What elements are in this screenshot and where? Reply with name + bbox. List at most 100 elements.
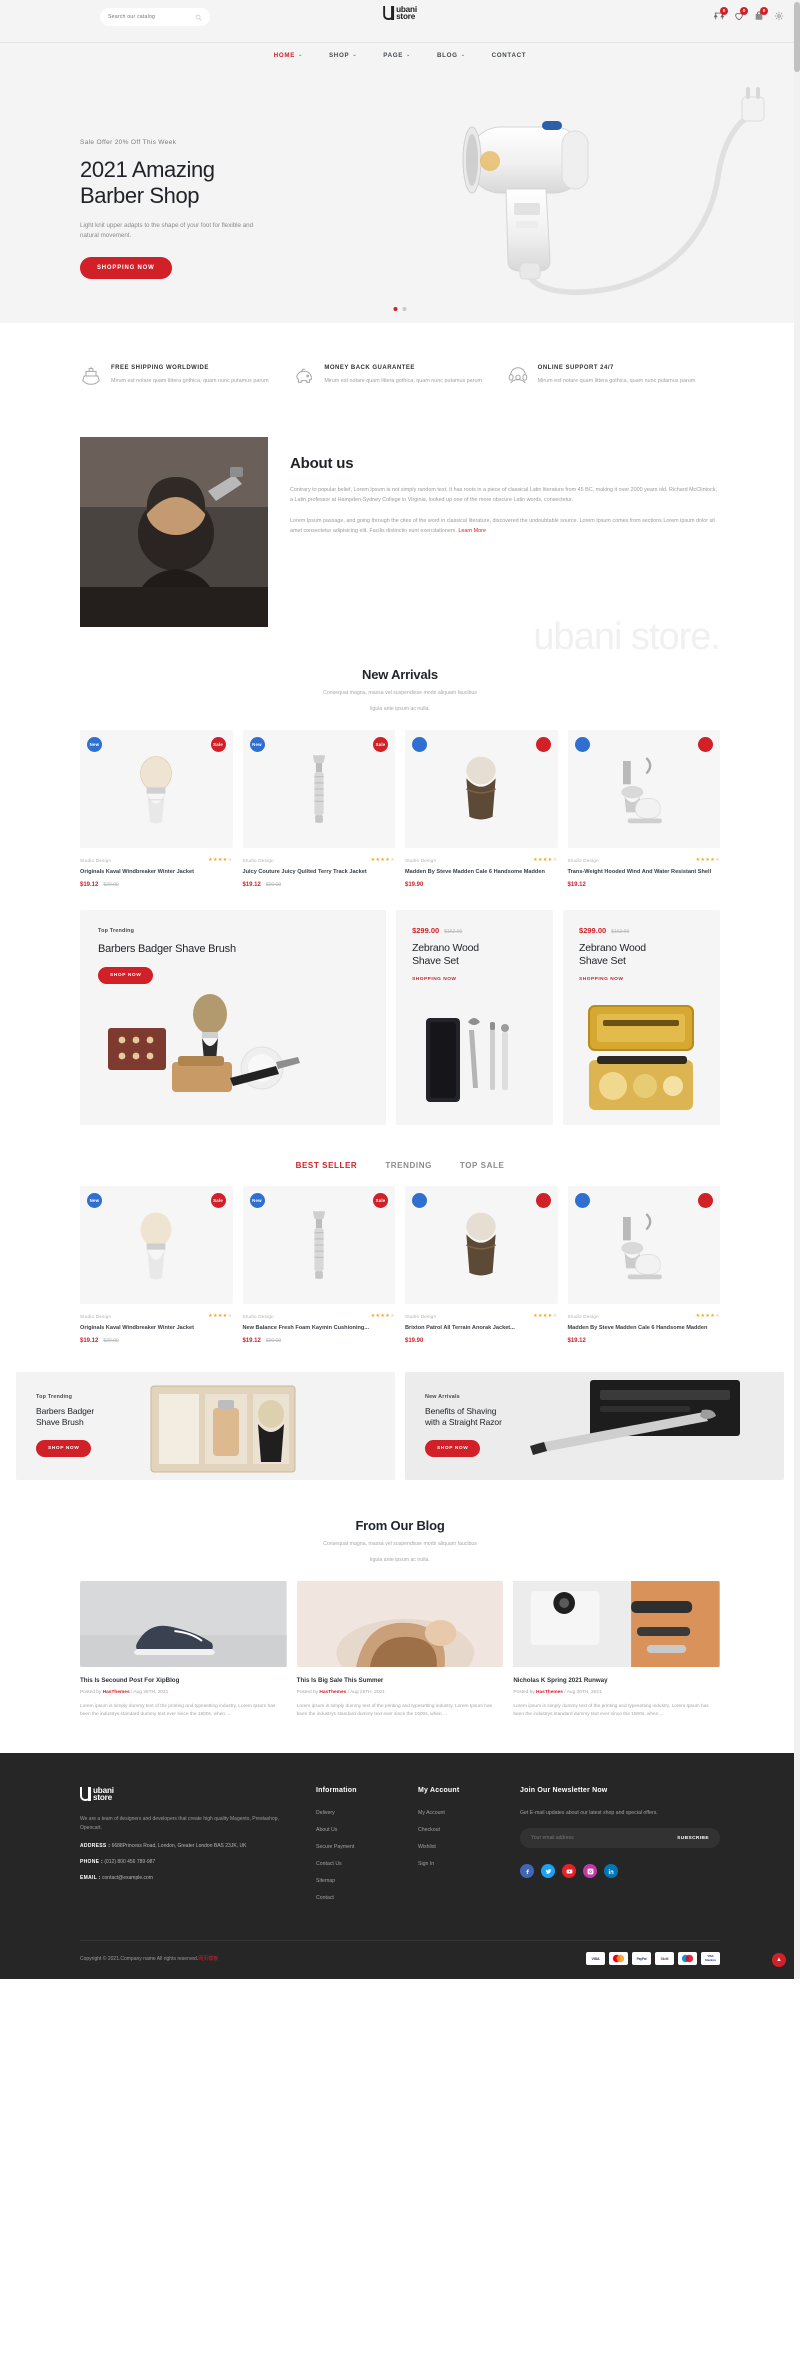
footer-link-checkout[interactable]: Checkout [418,1827,502,1833]
product-image[interactable] [405,730,558,848]
wide-banner-top-trending[interactable]: Top Trending Barbers Badger Shave Brush S… [16,1372,395,1480]
promo-banner-small-1[interactable]: $299.00 $162.00 Zebrano Wood Shave Set SH… [396,910,554,1125]
product-card[interactable]: Studio Design ★★★★★ Madden By Steve Madd… [405,730,558,888]
footer-link-sitemap[interactable]: Sitemap [316,1878,400,1884]
product-image[interactable] [405,1186,558,1304]
footer-link-delivery[interactable]: Delivery [316,1810,400,1816]
page-scrollbar[interactable] [794,0,800,1979]
product-card[interactable]: Studio Design ★★★★★ Brixton Patrol All T… [405,1186,558,1344]
footer-link-sign-in[interactable]: Sign In [418,1861,502,1867]
facebook-icon[interactable] [520,1864,534,1878]
scrollbar-thumb[interactable] [794,2,800,72]
compare-icon[interactable]: 0 [714,7,728,21]
tab-best-seller[interactable]: BEST SELLER [296,1161,358,1170]
nav-item-contact[interactable]: CONTACT [492,52,527,59]
search-icon[interactable] [195,14,202,21]
hero-dot-1[interactable] [393,307,398,311]
linkedin-icon[interactable] [604,1864,618,1878]
nav-item-blog[interactable]: BLOG ⌄ [437,52,466,59]
newsletter-email-input[interactable] [531,1835,672,1841]
badge-sale [535,737,551,752]
about-learn-more-link[interactable]: Learn More [458,528,486,534]
product-title[interactable]: Trans-Weight Hooded Wind And Water Resis… [568,868,721,876]
features-row: FREE SHIPPING WORLDWIDE Mirum est notare… [80,323,720,423]
search-box[interactable] [100,8,210,26]
site-logo[interactable]: ubani store [383,5,417,21]
blog-post-author[interactable]: HasThemes [319,1690,346,1695]
search-input[interactable] [108,14,195,20]
instagram-icon[interactable] [583,1864,597,1878]
newsletter-subscribe-button[interactable]: SUBSCRIBE [677,1836,709,1841]
nav-item-page[interactable]: PAGE ⌄ [383,52,411,59]
footer-link-contact-us[interactable]: Contact Us [316,1861,400,1867]
blog-posted-by-label: Posted by [80,1690,102,1695]
blog-post-title[interactable]: Nicholas K Spring 2021 Runway [513,1677,720,1684]
hero-slider-dots[interactable] [393,307,407,311]
product-price: $19.12 [567,882,586,888]
newsletter-form[interactable]: SUBSCRIBE [520,1828,720,1848]
nav-item-shop[interactable]: SHOP ⌄ [329,52,357,59]
scroll-to-top-button[interactable]: ▲ [772,1953,786,1967]
product-image[interactable]: New Sale [80,730,233,848]
wishlist-icon[interactable]: 0 [734,7,748,21]
footer-link-my-account[interactable]: My Account [418,1810,502,1816]
product-title[interactable]: Madden By Steve Madden Cale 6 Handsome M… [405,868,558,876]
hero-cta-button[interactable]: SHOPPING NOW [80,257,172,279]
nav-label: CONTACT [491,51,527,59]
footer-logo[interactable]: ubani store [80,1786,298,1802]
footer-link-secure-payment[interactable]: Secure Payment [316,1844,400,1850]
promo-banner-small-2[interactable]: $299.00 $162.00 Zebrano Wood Shave Set SH… [563,910,721,1125]
blog-post-author[interactable]: HasThemes [103,1690,130,1695]
nav-item-home[interactable]: HOME ⌄ [274,52,303,59]
product-rating: ★★★★★ [370,857,395,863]
footer-link-about-us[interactable]: About Us [316,1827,400,1833]
feature-title: ONLINE SUPPORT 24/7 [537,365,614,371]
product-image[interactable]: New Sale [242,1186,395,1304]
tab-trending[interactable]: TRENDING [385,1161,432,1170]
blog-post-image[interactable] [80,1581,287,1667]
tab-top-sale[interactable]: TOP SALE [460,1161,505,1170]
product-image[interactable] [567,730,720,848]
blog-post-title[interactable]: This Is Big Sale This Summer [297,1677,504,1684]
wide-banner-shop-now-button[interactable]: SHOP NOW [36,1440,92,1457]
footer-link-wishlist[interactable]: Wishlist [418,1844,502,1850]
wide-banner-shop-now-button[interactable]: SHOP NOW [425,1440,481,1457]
cart-icon[interactable]: 0 [754,7,768,21]
footer-link-contact[interactable]: Contact [316,1895,400,1901]
logo-text-line2: store [396,12,416,21]
promo-shopping-now-link[interactable]: SHOPPING NOW [579,977,623,982]
promo-shopping-now-link[interactable]: SHOPPING NOW [412,977,456,982]
blog-post-card[interactable]: This Is Secound Post For XipBlog Posted … [80,1581,287,1719]
blog-post-image[interactable] [513,1581,721,1667]
wide-banner-new-arrivals[interactable]: New Arrivals Benefits of Shaving with a S… [405,1372,784,1480]
product-card[interactable]: New Sale Studio Design ★★★★★ Juicy Coutu… [242,730,396,888]
product-brand: Studio Design [242,1313,274,1319]
copyright-link[interactable]: 网页模板 [198,1956,218,1962]
hero-dot-2[interactable] [402,307,407,311]
blog-post-author[interactable]: HasThemes [536,1690,563,1695]
product-title[interactable]: Juicy Couture Juicy Quilted Terry Track … [243,868,396,876]
promo-shop-now-button[interactable]: SHOP NOW [98,967,154,984]
product-image[interactable]: New Sale [80,1186,233,1304]
product-card[interactable]: Studio Design ★★★★★ Madden By Steve Madd… [567,1186,721,1344]
product-title[interactable]: Brixton Patrol All Terrain Anorak Jacket… [405,1324,558,1332]
product-title[interactable]: Originals Kaval Windbreaker Winter Jacke… [80,1324,233,1332]
product-card[interactable]: New Sale Studio Design ★★★★★ Originals K… [80,1186,233,1344]
product-title[interactable]: New Balance Fresh Foam Kaymin Cushioning… [243,1324,396,1332]
blog-post-card[interactable]: This Is Big Sale This Summer Posted by H… [296,1581,504,1719]
product-image[interactable] [567,1186,720,1304]
product-title[interactable]: Madden By Steve Madden Cale 6 Handsome M… [568,1324,721,1332]
product-card[interactable]: New Sale Studio Design ★★★★★ New Balance… [242,1186,396,1344]
product-title[interactable]: Originals Kaval Windbreaker Winter Jacke… [80,868,233,876]
blog-post-card[interactable]: Nicholas K Spring 2021 Runway Posted by … [513,1581,721,1719]
promo-banner-large[interactable]: Top Trending Barbers Badger Shave Brush … [80,910,387,1125]
youtube-icon[interactable] [562,1864,576,1878]
product-card[interactable]: New Sale Studio Design ★★★★★ Originals K… [80,730,233,888]
twitter-icon[interactable] [541,1864,555,1878]
blog-post-image[interactable] [296,1581,504,1667]
copyright-bar: Copyright © 2021.Company name All rights… [80,1940,720,1979]
product-card[interactable]: Studio Design ★★★★★ Trans-Weight Hooded … [567,730,721,888]
product-image[interactable]: New Sale [242,730,395,848]
settings-icon[interactable] [774,11,784,21]
blog-post-title[interactable]: This Is Secound Post For XipBlog [80,1677,287,1684]
